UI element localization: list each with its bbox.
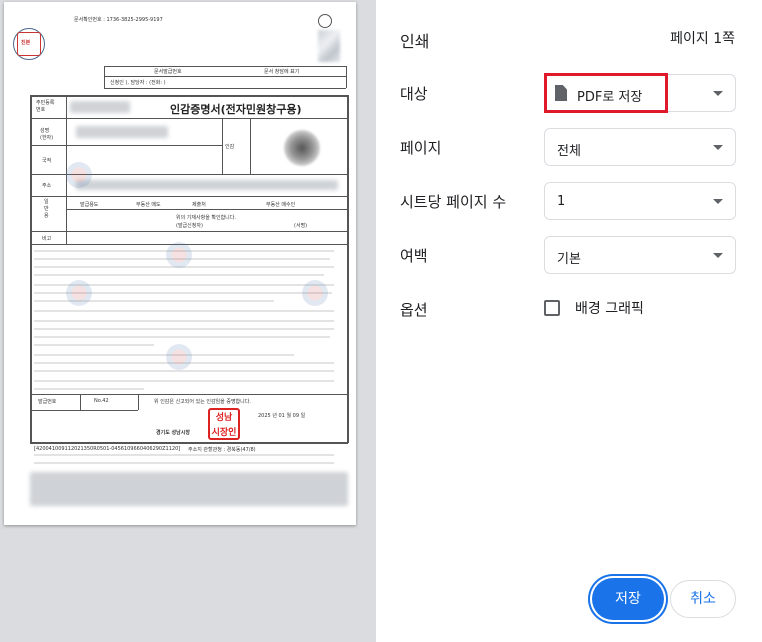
note-line bbox=[34, 462, 334, 464]
table-header-buyer: 부동산 매수인 bbox=[266, 202, 296, 208]
redacted-name bbox=[76, 126, 168, 138]
applicant-row: 신청인 ), 담당자 : (전화: ) bbox=[110, 80, 166, 86]
watermark-emblem bbox=[66, 280, 92, 306]
options-label: 옵션 bbox=[400, 301, 428, 319]
note-line bbox=[34, 370, 334, 372]
background-graphics-label[interactable]: 배경 그래픽 bbox=[575, 298, 644, 318]
issue-date: 2025 년 01 월 09 일 bbox=[258, 413, 306, 419]
field-resident-no: 주민등록 번호 bbox=[36, 100, 55, 113]
destination-label: 대상 bbox=[400, 85, 428, 103]
table-header-submit: 제출처 bbox=[192, 202, 206, 208]
note-line bbox=[34, 274, 324, 276]
page-count: 페이지 1쪽 bbox=[670, 31, 735, 47]
watermark-emblem bbox=[302, 280, 328, 306]
print-title: 인쇄 bbox=[400, 32, 430, 51]
logo-icon bbox=[318, 14, 332, 28]
save-button[interactable]: 저장 bbox=[592, 578, 664, 620]
note-line bbox=[34, 380, 334, 382]
print-preview-pane: 진본 문서확인번호 : 1736-3825-2995-9197 문서발급번호 문… bbox=[0, 0, 376, 642]
note-line bbox=[34, 454, 334, 456]
note-line bbox=[34, 336, 330, 338]
doc-reply-label: 문서 창담에 표기 bbox=[264, 69, 300, 75]
chevron-down-icon bbox=[713, 91, 723, 96]
margins-value: 기본 bbox=[557, 252, 581, 267]
destination-highlight bbox=[544, 73, 668, 113]
chevron-down-icon bbox=[713, 199, 723, 204]
note-line bbox=[34, 354, 294, 356]
chevron-down-icon bbox=[713, 145, 723, 150]
field-seal: 인감 bbox=[225, 144, 235, 150]
note-line bbox=[34, 328, 334, 330]
field-nationality: 국적 bbox=[42, 158, 52, 164]
footer-mid: 주소지 관할관청 : 경북동(47/8) bbox=[188, 447, 256, 453]
margins-select[interactable]: 기본 bbox=[544, 236, 736, 274]
doc-issue-no-label: 문서발급번호 bbox=[154, 69, 182, 75]
pages-per-sheet-label: 시트당 페이지 수 bbox=[400, 193, 507, 211]
stamp-text: 성남 시장인 bbox=[211, 413, 237, 438]
doc-title: 인감증명서(전자민원창구용) bbox=[170, 103, 302, 116]
watermark-emblem bbox=[66, 162, 92, 188]
applicant-sign: (발급신청자) bbox=[176, 223, 203, 229]
redacted-resident-no bbox=[70, 101, 130, 113]
confirm-text: 위의 기재사항을 확인합니다. bbox=[176, 215, 236, 221]
note-line bbox=[34, 344, 154, 346]
issue-no-value: No.42 bbox=[94, 398, 109, 404]
table-header-sale: 부동산 매도 bbox=[136, 202, 161, 208]
table-header-purpose: 발급용도 bbox=[80, 202, 99, 208]
redacted-barcode bbox=[30, 472, 348, 506]
field-note: 비고 bbox=[42, 236, 52, 242]
pages-select[interactable]: 전체 bbox=[544, 128, 736, 166]
footer-code: [420041009112021350R0501-045610966040629… bbox=[34, 446, 181, 452]
qr-code-icon bbox=[318, 30, 340, 62]
note-line bbox=[34, 388, 144, 390]
pages-label: 페이지 bbox=[400, 139, 442, 157]
field-address: 주소 bbox=[42, 183, 52, 189]
pages-value: 전체 bbox=[557, 144, 581, 159]
redacted-address bbox=[76, 180, 338, 190]
seal-label: 진본 bbox=[21, 40, 31, 46]
field-general-use: 일 반 용 bbox=[44, 199, 49, 219]
cancel-button[interactable]: 취소 bbox=[670, 580, 736, 618]
print-settings-pane: 인쇄 페이지 1쪽 대상 PDF로 저장 페이지 전체 시트당 페이지 수 1 … bbox=[376, 0, 762, 642]
doc-number: 문서확인번호 : 1736-3825-2995-9197 bbox=[74, 17, 163, 23]
certify-text: 위 인감은 신고되어 있는 인감임을 증명합니다. bbox=[154, 399, 251, 405]
watermark-emblem bbox=[166, 242, 192, 268]
document-preview-page: 진본 문서확인번호 : 1736-3825-2995-9197 문서발급번호 문… bbox=[4, 2, 356, 525]
issuer-name: 경기도 성남시장 bbox=[156, 430, 190, 436]
note-line bbox=[34, 320, 334, 322]
watermark-emblem bbox=[166, 344, 192, 370]
pages-per-sheet-value: 1 bbox=[557, 194, 566, 209]
seal-image bbox=[284, 130, 320, 166]
official-stamp: 성남 시장인 bbox=[208, 408, 240, 440]
sign-label: (서명) bbox=[294, 223, 308, 229]
note-line bbox=[34, 310, 334, 312]
background-graphics-checkbox[interactable] bbox=[544, 300, 560, 316]
field-name: 성명 (한자) bbox=[40, 128, 54, 141]
margins-label: 여백 bbox=[400, 247, 428, 265]
pages-per-sheet-select[interactable]: 1 bbox=[544, 182, 736, 220]
chevron-down-icon bbox=[713, 253, 723, 258]
issue-no-label: 발급번호 bbox=[38, 399, 57, 405]
